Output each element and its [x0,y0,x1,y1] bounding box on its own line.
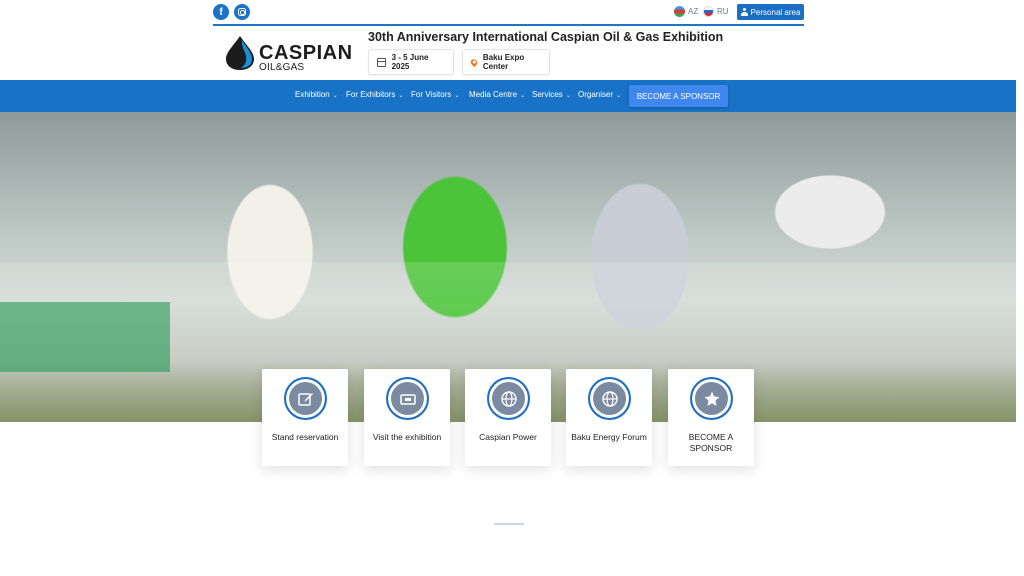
language-az[interactable]: AZ [674,6,698,17]
logo-subtitle: OIL&GAS [259,62,305,73]
language-ru[interactable]: RU [703,6,729,17]
card-label: Baku Energy Forum [571,432,647,442]
main-nav: Exhibition ⌄ For Exhibitors ⌄ For Visitors… [0,80,1016,112]
card-caspian-power[interactable]: Caspian Power [465,369,551,466]
carousel-indicator[interactable] [494,523,524,525]
card-label: Stand reservation [271,432,339,442]
drop-logo-icon [226,36,254,70]
globe-icon [487,377,530,420]
globe-icon [588,377,631,420]
card-visit-exhibition[interactable]: Visit the exhibition [364,369,450,466]
top-bar-divider [213,24,804,26]
page: f AZ RU Personal area CASPIAN OIL&GAS 30… [0,0,1024,576]
chevron-down-icon: ⌄ [398,93,404,99]
date-chip: 3 - 5 June 2025 [368,49,454,75]
personal-area-button[interactable]: Personal area [737,4,804,20]
chevron-down-icon: ⌄ [332,93,338,99]
star-icon [690,377,733,420]
facebook-icon[interactable]: f [213,4,229,20]
nav-item-for-visitors[interactable]: For Visitors ⌄ [411,90,459,99]
chevron-down-icon: ⌄ [520,93,526,99]
nav-item-exhibition[interactable]: Exhibition ⌄ [295,90,338,99]
venue-chip[interactable]: Baku Expo Center [462,49,550,75]
card-label: Caspian Power [479,432,537,442]
chevron-down-icon: ⌄ [565,93,571,99]
exhibition-headline: 30th Anniversary International Caspian O… [368,30,724,44]
top-bar: f AZ RU Personal area [213,3,804,24]
nav-item-services[interactable]: Services ⌄ [532,90,571,99]
nav-item-organiser[interactable]: Organiser ⌄ [578,90,621,99]
instagram-icon[interactable] [234,4,250,20]
user-icon [740,8,748,16]
nav-item-for-exhibitors[interactable]: For Exhibitors ⌄ [346,90,403,99]
russia-flag-icon [703,6,714,17]
calendar-icon [377,57,386,67]
chevron-down-icon: ⌄ [616,93,622,99]
nav-item-media-centre[interactable]: Media Centre ⌄ [469,90,525,99]
become-sponsor-button[interactable]: BECOME A SPONSOR [629,85,728,107]
ticket-icon [386,377,429,420]
edit-icon [284,377,327,420]
card-baku-energy-forum[interactable]: Baku Energy Forum [566,369,652,466]
location-pin-icon [469,57,479,67]
card-stand-reservation[interactable]: Stand reservation [262,369,348,466]
card-label: BECOME A SPONSOR [688,432,734,453]
card-become-sponsor[interactable]: BECOME A SPONSOR [668,369,754,466]
site-logo[interactable]: CASPIAN OIL&GAS [224,33,352,75]
card-label: Visit the exhibition [372,432,442,442]
azerbaijan-flag-icon [674,6,685,17]
chevron-down-icon: ⌄ [454,93,460,99]
